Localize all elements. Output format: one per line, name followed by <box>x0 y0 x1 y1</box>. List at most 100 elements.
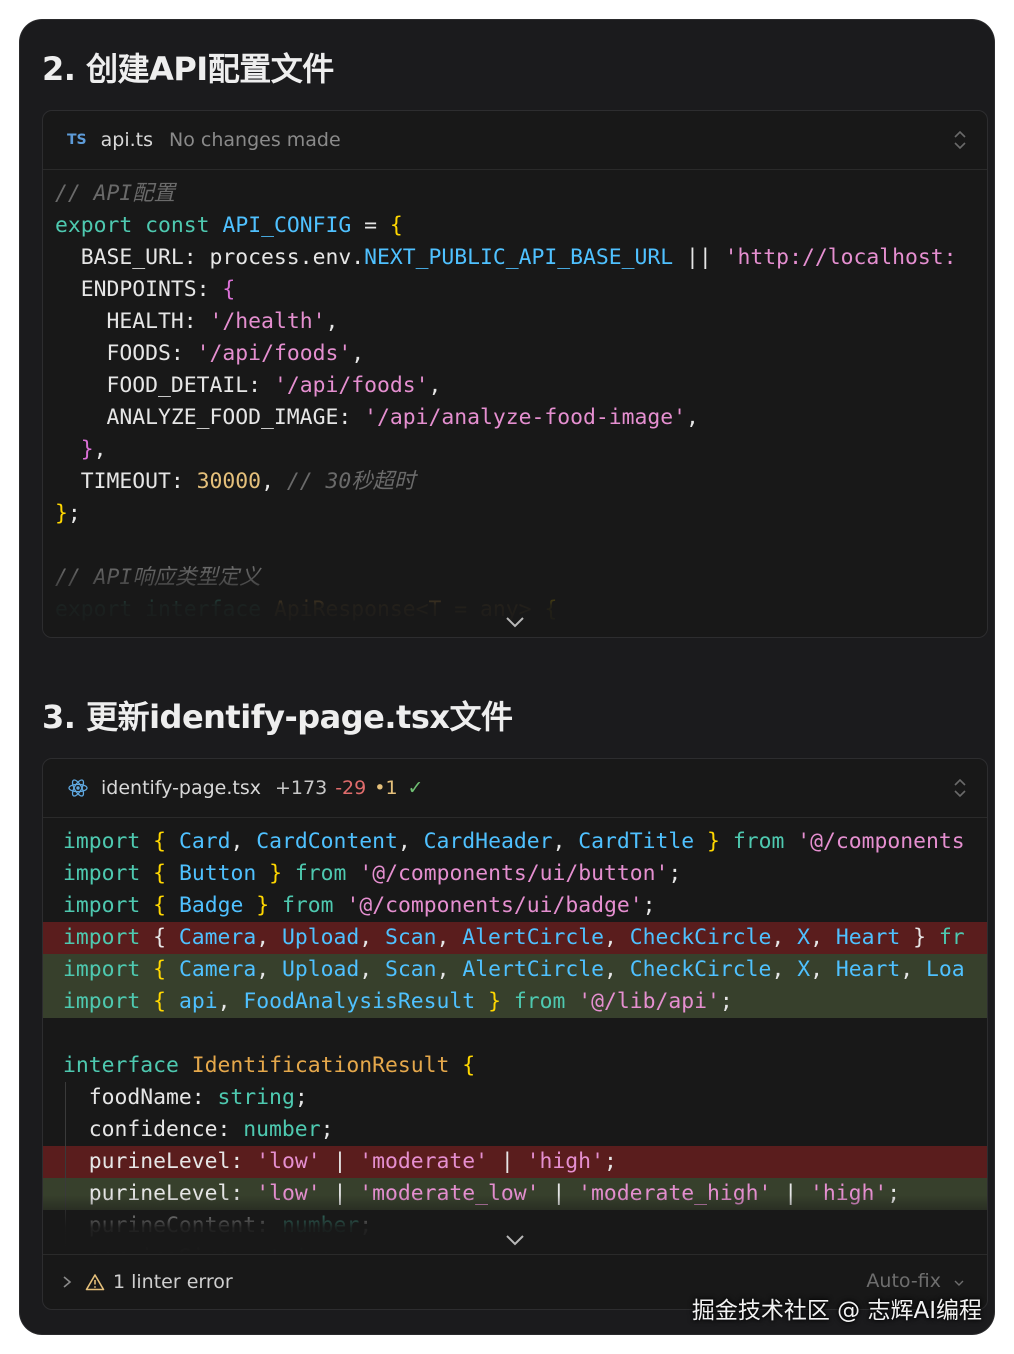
code-token: API_CONFIG <box>222 213 352 238</box>
code-token: import <box>63 957 141 982</box>
code-block-header[interactable]: identify-page.tsx +173 -29 •1 ✓ <box>43 759 987 818</box>
code-line: import { api, FoodAnalysisResult } from … <box>43 986 987 1018</box>
code-token: '/health' <box>209 309 326 334</box>
check-icon: ✓ <box>407 777 424 799</box>
code-token: import <box>63 989 141 1014</box>
code-line: purineLevel: 'low' | 'moderate' | 'high'… <box>43 1146 987 1178</box>
code-token: } <box>488 989 501 1014</box>
code-token: Upload <box>281 925 360 950</box>
file-name[interactable]: api.ts <box>101 129 153 151</box>
code-token: 'low' <box>256 1149 321 1174</box>
code-token: X <box>797 957 811 982</box>
code-token: , <box>93 437 107 462</box>
code-token: , <box>810 925 836 950</box>
code-token: BASE_URL: process.env. <box>55 245 365 270</box>
code-token: , <box>325 309 339 334</box>
typescript-file-icon: TS <box>67 132 87 148</box>
code-token: '/api/foods' <box>273 373 429 398</box>
deletions-count: -29 <box>335 777 367 799</box>
code-token: Loa <box>926 957 965 982</box>
expand-collapse-icon[interactable] <box>953 128 967 152</box>
code-token: , <box>351 341 365 366</box>
code-token: ENDPOINTS: <box>55 277 223 302</box>
code-token: , <box>810 957 836 982</box>
code-token: api <box>178 989 218 1014</box>
auto-fix-label: Auto-fix <box>866 1270 941 1292</box>
code-line <box>55 530 987 562</box>
additions-count: +173 <box>275 777 328 799</box>
react-file-icon <box>68 779 88 797</box>
code-token: | <box>320 1149 360 1174</box>
code-token: CardTitle <box>578 829 695 854</box>
code-token: NEXT_PUBLIC_API_BASE_URL <box>364 245 674 270</box>
code-token: , <box>603 925 630 950</box>
problems-count: •1 <box>374 777 398 799</box>
code-token: // API配置 <box>55 181 176 206</box>
code-line: import { Card, CardContent, CardHeader, … <box>43 826 987 858</box>
code-token: , <box>397 829 424 854</box>
code-token: } <box>80 437 94 462</box>
code-token: , <box>900 957 927 982</box>
chevron-right-icon[interactable] <box>61 1275 73 1289</box>
watermark: 掘金技术社区 @ 志辉AI编程 <box>691 1298 982 1324</box>
code-token: Heart <box>835 925 901 950</box>
code-line: import { Camera, Upload, Scan, AlertCirc… <box>43 954 987 986</box>
code-line: // API配置 <box>55 178 987 210</box>
code-token: confidence: <box>63 1117 244 1142</box>
code-line: import { Badge } from '@/components/ui/b… <box>43 890 987 922</box>
code-token: Scan <box>385 957 437 982</box>
code-token: purineLevel: <box>63 1149 257 1174</box>
code-token: , <box>771 925 798 950</box>
code-block-header[interactable]: TS api.ts No changes made <box>43 111 987 170</box>
file-name[interactable]: identify-page.tsx <box>101 777 261 799</box>
code-token: 30000 <box>196 469 262 494</box>
code-token: from <box>513 989 566 1014</box>
code-token: , <box>686 405 699 430</box>
warning-icon <box>85 1274 105 1291</box>
code-line: BASE_URL: process.env.NEXT_PUBLIC_API_BA… <box>55 242 987 274</box>
code-token: , <box>428 373 442 398</box>
code-token: FOODS: <box>55 341 197 366</box>
code-editor-identify-page[interactable]: import { Card, CardContent, CardHeader, … <box>43 818 987 1254</box>
code-token: '/api/analyze-food-image' <box>364 405 687 430</box>
code-token: ANALYZE_FOOD_IMAGE: <box>55 405 365 430</box>
code-token: HEALTH: <box>55 309 210 334</box>
code-token: ; <box>320 1117 334 1142</box>
code-line: confidence: number; <box>43 1114 987 1146</box>
code-token: Badge <box>178 893 244 918</box>
code-token: , <box>359 925 386 950</box>
linter-error-text[interactable]: 1 linter error <box>113 1271 233 1293</box>
code-token: | <box>488 1149 527 1174</box>
expand-collapse-icon[interactable] <box>953 776 967 800</box>
code-token: import <box>63 829 141 854</box>
chevron-down-icon[interactable] <box>504 1233 526 1247</box>
code-block-identify-page: identify-page.tsx +173 -29 •1 ✓ import {… <box>42 758 988 1310</box>
code-token: AlertCircle <box>462 925 604 950</box>
code-token: , <box>256 957 282 982</box>
code-line: import { Camera, Upload, Scan, AlertCirc… <box>43 922 987 954</box>
code-token: { <box>153 989 167 1014</box>
code-line <box>43 1018 987 1050</box>
code-token: 'moderate' <box>359 1149 489 1174</box>
code-token: } <box>707 829 720 854</box>
chevron-down-icon[interactable] <box>504 615 526 629</box>
code-token: number <box>243 1117 321 1142</box>
code-token: CheckCircle <box>629 957 772 982</box>
code-line: interface IdentificationResult { <box>43 1050 987 1082</box>
code-line: import { Button } from '@/components/ui/… <box>43 858 987 890</box>
auto-fix-button[interactable]: Auto-fix <box>866 1270 965 1292</box>
code-token: { <box>153 861 167 886</box>
code-token: Camera <box>178 957 257 982</box>
code-token: , <box>359 957 386 982</box>
code-token: } <box>55 501 68 526</box>
